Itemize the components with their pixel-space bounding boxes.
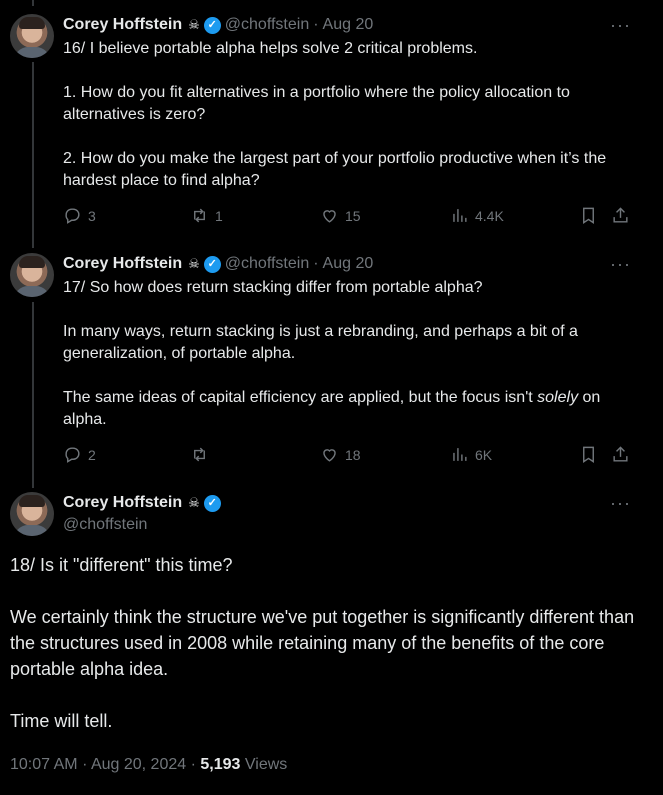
tweet-header: Corey Hoffstein ☠ ✓	[63, 492, 221, 514]
separator-dot: ·	[82, 756, 88, 773]
views-chart-icon	[453, 209, 467, 222]
views-button[interactable]: 6K	[450, 445, 492, 464]
tweet-paragraph: The same ideas of capital efficiency are…	[63, 387, 623, 431]
like-button[interactable]: 18	[320, 445, 361, 464]
view-count: 4.4K	[475, 207, 504, 224]
author-handle[interactable]: @choffstein	[63, 514, 147, 536]
tweet-header: Corey Hoffstein ☠ ✓ @choffstein · Aug 20	[63, 253, 373, 275]
tweet-date[interactable]: Aug 20	[323, 14, 374, 36]
tweet-paragraph: In many ways, return stacking is just a …	[63, 323, 578, 362]
retweet-icon	[194, 447, 205, 462]
retweet-button[interactable]: 1	[190, 206, 223, 225]
reply-count: 2	[88, 446, 96, 463]
tweet-text: 18/ Is it "different" this time? We cert…	[10, 552, 640, 760]
bookmark-icon	[583, 207, 594, 224]
share-icon	[613, 207, 628, 223]
tweet-paragraph: 2. How do you make the largest part of y…	[63, 150, 607, 189]
author-name[interactable]: Corey Hoffstein	[63, 253, 182, 275]
views-label: Views	[244, 756, 288, 773]
reply-icon	[65, 447, 80, 463]
emphasis-text: solely	[537, 389, 579, 406]
bookmark-button[interactable]	[579, 206, 598, 225]
views-button[interactable]: 4.4K	[450, 206, 504, 225]
like-count: 15	[345, 207, 361, 224]
share-button[interactable]	[611, 206, 630, 225]
tweet-actions: 3 1 15 4.4K	[63, 206, 633, 228]
tweet-text: 17/ So how does return stacking differ f…	[63, 277, 623, 453]
view-count: 6K	[475, 446, 493, 463]
tweet-paragraph: We certainly think the structure we've p…	[10, 607, 635, 679]
thread-line	[32, 62, 34, 248]
tweet-full-date[interactable]: Aug 20, 2024	[91, 756, 186, 773]
verified-badge-icon: ✓	[203, 255, 221, 273]
author-handle[interactable]: @choffstein	[225, 14, 309, 36]
tweet-paragraph: Time will tell.	[10, 711, 113, 731]
author-handle[interactable]: @choffstein	[225, 253, 309, 275]
reply-button[interactable]: 3	[63, 206, 96, 225]
tweet-date[interactable]: Aug 20	[323, 253, 374, 275]
more-options-icon[interactable]: ···	[610, 14, 631, 36]
tweet-paragraph: 17/ So how does return stacking differ f…	[63, 279, 483, 296]
pirate-flag-icon: ☠	[188, 256, 200, 271]
pirate-flag-icon: ☠	[188, 495, 200, 510]
separator-dot: ·	[313, 16, 319, 33]
tweet-paragraph: 18/ Is it "different" this time?	[10, 555, 233, 575]
more-options-icon[interactable]: ···	[610, 253, 631, 275]
tweet-time[interactable]: 10:07 AM	[10, 756, 78, 773]
thread-line	[32, 0, 34, 6]
author-name[interactable]: Corey Hoffstein	[63, 492, 182, 514]
bookmark-button[interactable]	[579, 445, 598, 464]
avatar[interactable]	[10, 492, 54, 536]
views-chart-icon	[453, 448, 467, 461]
like-button[interactable]: 15	[320, 206, 361, 225]
tweet-paragraph: 1. How do you fit alternatives in a port…	[63, 84, 570, 123]
retweet-icon	[194, 208, 205, 223]
separator-dot: ·	[313, 255, 319, 272]
tweet-meta: 10:07 AM · Aug 20, 2024 · 5,193 Views	[10, 756, 287, 774]
author-name[interactable]: Corey Hoffstein	[63, 14, 182, 36]
avatar[interactable]	[10, 253, 54, 297]
reply-button[interactable]: 2	[63, 445, 96, 464]
retweet-button[interactable]	[190, 445, 215, 464]
views-count: 5,193	[200, 756, 241, 773]
tweet-header: Corey Hoffstein ☠ ✓ @choffstein · Aug 20	[63, 14, 373, 36]
pirate-flag-icon: ☠	[188, 17, 200, 32]
tweet-paragraph-text: The same ideas of capital efficiency are…	[63, 389, 533, 406]
like-count: 18	[345, 446, 361, 463]
share-button[interactable]	[611, 445, 630, 464]
reply-icon	[65, 208, 80, 224]
tweet-text: 16/ I believe portable alpha helps solve…	[63, 38, 623, 214]
more-options-icon[interactable]: ···	[610, 492, 631, 514]
heart-icon	[323, 210, 336, 223]
heart-icon	[323, 449, 336, 462]
avatar[interactable]	[10, 14, 54, 58]
share-icon	[613, 446, 628, 462]
bookmark-icon	[583, 446, 594, 463]
tweet-actions: 2 18 6K	[63, 445, 633, 467]
verified-badge-icon: ✓	[203, 16, 221, 34]
tweet-paragraph: 16/ I believe portable alpha helps solve…	[63, 40, 478, 57]
handle-line: @choffstein	[63, 514, 147, 536]
retweet-count: 1	[215, 207, 223, 224]
reply-count: 3	[88, 207, 96, 224]
verified-badge-icon: ✓	[203, 494, 221, 512]
separator-dot: ·	[190, 756, 196, 773]
thread-line	[32, 302, 34, 488]
